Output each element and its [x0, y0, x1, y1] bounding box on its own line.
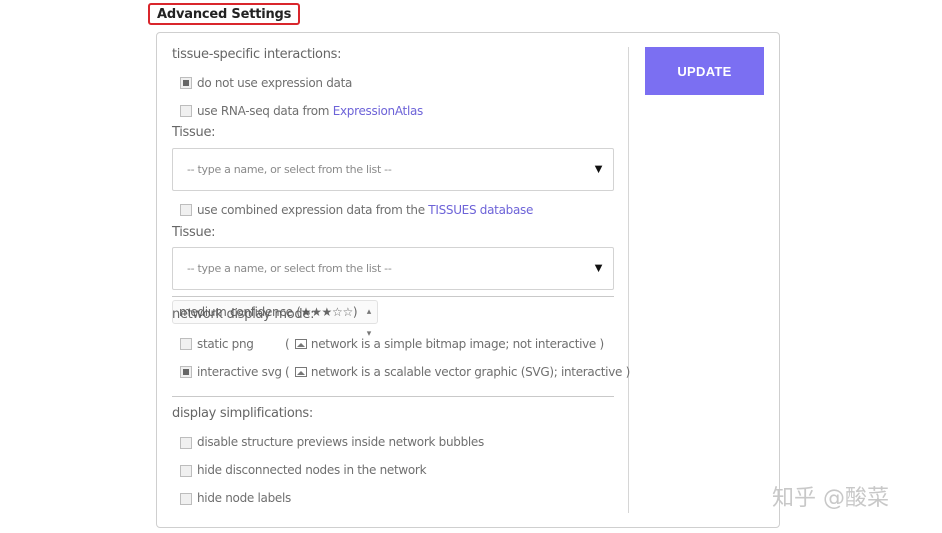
- display-mode-label: network display mode:: [172, 307, 315, 322]
- static-png-description-text: network is a simple bitmap image; not in…: [310, 337, 597, 351]
- watermark: 知乎 @酸菜: [772, 486, 889, 511]
- dropdown-arrow-icon[interactable]: ▼: [592, 260, 605, 275]
- tissue-label-2: Tissue:: [172, 225, 216, 240]
- dropdown-arrow-icon[interactable]: ▼: [592, 161, 605, 176]
- hide-disconnected-label: hide disconnected nodes in the network: [197, 463, 427, 477]
- hide-labels-label: hide node labels: [197, 491, 291, 505]
- tissue-select-1[interactable]: -- type a name, or select from the list …: [172, 148, 614, 191]
- vertical-divider: [628, 47, 629, 513]
- hide-disconnected-checkbox[interactable]: [180, 465, 192, 477]
- static-png-checkbox[interactable]: [180, 338, 192, 350]
- expression-atlas-link[interactable]: ExpressionAtlas: [333, 104, 424, 118]
- rnaseq-label-text: use RNA-seq data from: [197, 104, 333, 118]
- no-expression-label: do not use expression data: [197, 76, 353, 90]
- disable-previews-checkbox[interactable]: [180, 437, 192, 449]
- section-divider: [172, 296, 614, 297]
- update-button[interactable]: UPDATE: [645, 47, 764, 95]
- advanced-settings-title[interactable]: Advanced Settings: [148, 3, 301, 25]
- combined-expression-label: use combined expression data from the TI…: [197, 203, 533, 217]
- section-divider: [172, 396, 614, 397]
- rnaseq-label: use RNA-seq data from ExpressionAtlas: [197, 104, 423, 118]
- tissue-label-1: Tissue:: [172, 125, 216, 140]
- simplifications-label: display simplifications:: [172, 406, 313, 421]
- tissue-section-label: tissue-specific interactions:: [172, 47, 342, 62]
- disable-previews-label: disable structure previews inside networ…: [197, 435, 484, 449]
- interactive-svg-label: interactive svg: [197, 365, 282, 379]
- image-icon: [294, 367, 307, 377]
- combined-expression-text: use combined expression data from the: [197, 203, 429, 217]
- tissues-database-link[interactable]: TISSUES database: [428, 203, 533, 217]
- static-png-label: static png: [197, 337, 254, 351]
- static-png-description: ( network is a simple bitmap image; not …: [285, 337, 604, 351]
- combined-expression-checkbox[interactable]: [180, 204, 192, 216]
- tissue-select-1-placeholder: -- type a name, or select from the list …: [187, 163, 392, 176]
- rnaseq-checkbox[interactable]: [180, 105, 192, 117]
- hide-labels-checkbox[interactable]: [180, 493, 192, 505]
- image-icon: [294, 339, 307, 349]
- interactive-svg-description-text: network is a scalable vector graphic (SV…: [310, 365, 623, 379]
- tissue-select-2[interactable]: -- type a name, or select from the list …: [172, 247, 614, 290]
- no-expression-checkbox[interactable]: [180, 77, 192, 89]
- tissue-select-2-placeholder: -- type a name, or select from the list …: [187, 262, 392, 275]
- interactive-svg-checkbox[interactable]: [180, 366, 192, 378]
- interactive-svg-description: ( network is a scalable vector graphic (…: [285, 365, 630, 379]
